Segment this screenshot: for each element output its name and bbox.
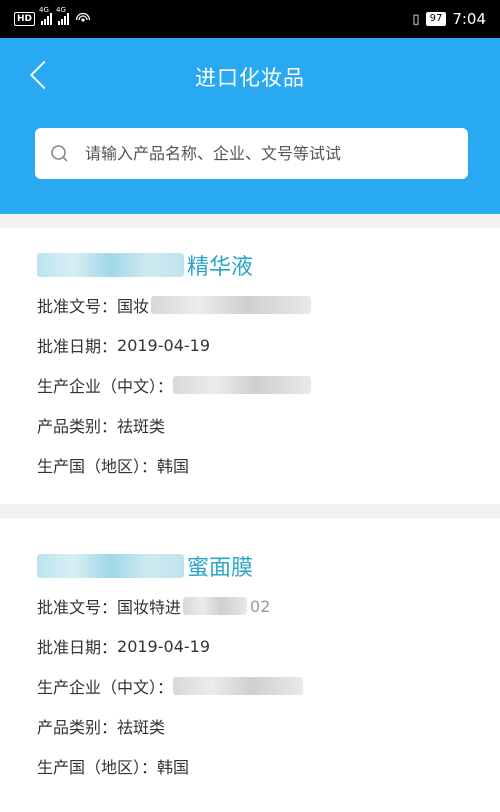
country-label: 生产国（地区）： (37, 457, 158, 476)
product-name-text: 精华液 (187, 255, 254, 280)
country-row: 生产国（地区）： 韩国 (37, 746, 500, 786)
country-row: 生产国（地区）： 韩国 (37, 445, 500, 485)
manufacturer-label: 生产企业（中文）： (37, 678, 174, 697)
signal-icon: 4G (39, 6, 53, 25)
category-label: 产品类别： (37, 417, 118, 436)
status-bar-left: HD 4G 4G (14, 6, 91, 28)
category-row: 产品类别： 祛斑类 (37, 405, 500, 445)
approval-date-row: 批准日期： 2019-04-19 (37, 325, 500, 365)
approval-date-value: 2019-04-19 (117, 335, 210, 355)
product-name[interactable]: 精华液 (37, 245, 500, 285)
blurred-text (37, 554, 184, 578)
category-value: 祛斑类 (117, 417, 166, 436)
approval-date-row: 批准日期： 2019-04-19 (37, 626, 500, 666)
product-card[interactable]: 蜜面膜 批准文号： 国妆特进 02 批准日期： 2019-04-19 生产企业（… (0, 518, 500, 812)
search-input[interactable] (83, 143, 447, 164)
approval-date-label: 批准日期： (37, 337, 118, 356)
blurred-text (173, 677, 304, 695)
network-type-2: 4G (56, 6, 66, 14)
search-icon (49, 143, 71, 165)
status-bar-right: ▯ 97 7:04 (412, 10, 486, 28)
blurred-text (183, 597, 248, 615)
blurred-text (37, 253, 184, 277)
manufacturer-label: 生产企业（中文）： (37, 377, 174, 396)
approval-number-value: 国妆 (117, 293, 314, 317)
blurred-text (173, 376, 312, 394)
country-label: 生产国（地区）： (37, 758, 158, 777)
approval-number-label: 批准文号： (37, 297, 118, 316)
blurred-text (151, 296, 312, 314)
approval-number-label: 批准文号： (37, 598, 118, 617)
country-value: 韩国 (157, 758, 190, 777)
clock: 7:04 (452, 10, 486, 28)
network-type-1: 4G (39, 6, 49, 14)
approval-date-label: 批准日期： (37, 638, 118, 657)
category-value: 祛斑类 (117, 718, 166, 737)
category-row: 产品类别： 祛斑类 (37, 706, 500, 746)
signal-icon-2: 4G (56, 6, 70, 25)
manufacturer-row: 生产企业（中文）： (37, 365, 500, 405)
hotspot-icon (75, 10, 91, 28)
product-name-text: 蜜面膜 (187, 556, 254, 581)
country-value: 韩国 (157, 457, 190, 476)
category-label: 产品类别： (37, 718, 118, 737)
product-card[interactable]: 精华液 批准文号： 国妆 批准日期： 2019-04-19 生产企业（中文）： … (0, 228, 500, 504)
approval-number-value: 国妆特进 02 (117, 596, 271, 618)
status-bar: HD 4G 4G ▯ 97 7:04 (0, 0, 500, 38)
vibrate-icon: ▯ (412, 11, 420, 27)
app-header: 进口化妆品 (0, 38, 500, 214)
battery-indicator: 97 (425, 12, 447, 26)
approval-number-suffix: 02 (250, 596, 271, 616)
approval-date-value: 2019-04-19 (117, 636, 210, 656)
manufacturer-row: 生产企业（中文）： (37, 666, 500, 706)
search-box[interactable] (35, 128, 468, 179)
approval-number-row: 批准文号： 国妆 (37, 285, 500, 325)
product-name[interactable]: 蜜面膜 (37, 546, 500, 586)
approval-number-row: 批准文号： 国妆特进 02 (37, 586, 500, 626)
hd-badge: HD (14, 12, 36, 26)
page-title: 进口化妆品 (195, 66, 305, 90)
